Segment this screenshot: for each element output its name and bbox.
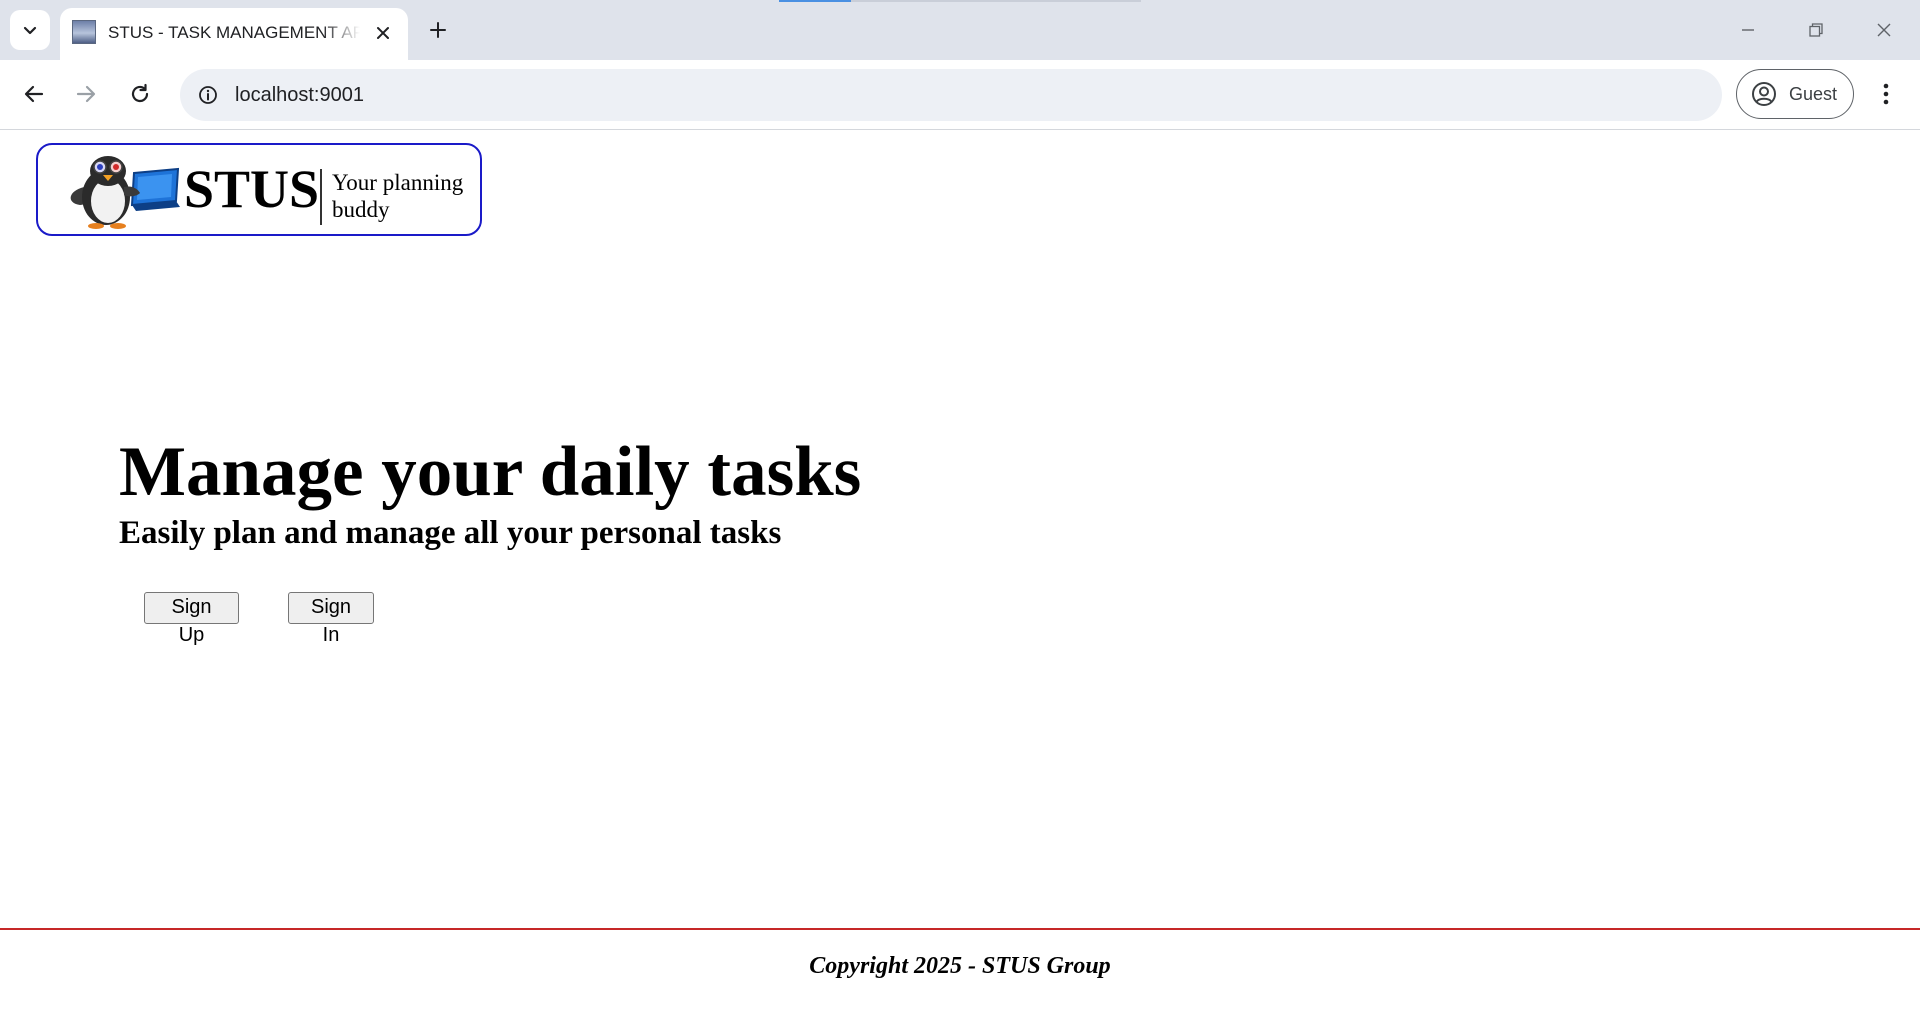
- restore-button[interactable]: [1794, 10, 1838, 50]
- browser-toolbar: localhost:9001 Guest: [0, 60, 1920, 130]
- logo-tagline: Your planning buddy: [332, 170, 464, 222]
- restore-icon: [1809, 23, 1823, 37]
- reload-button[interactable]: [120, 74, 160, 114]
- loading-indicator: [779, 0, 851, 2]
- loading-indicator-track: [851, 0, 1141, 2]
- minimize-button[interactable]: [1726, 10, 1770, 50]
- tab-search-button[interactable]: [10, 10, 50, 50]
- footer-divider: [0, 928, 1920, 930]
- forward-button[interactable]: [66, 74, 106, 114]
- site-info-button[interactable]: [192, 79, 224, 111]
- close-icon: [377, 27, 389, 39]
- logo-divider: [320, 169, 322, 225]
- url-text[interactable]: localhost:9001: [235, 83, 364, 107]
- plus-icon: [430, 22, 446, 38]
- person-circle-icon: [1752, 82, 1776, 106]
- arrow-right-icon: [76, 85, 96, 103]
- profile-button[interactable]: Guest: [1736, 69, 1854, 119]
- chevron-down-icon: [23, 26, 37, 35]
- kebab-menu-icon: [1883, 83, 1889, 105]
- minimize-icon: [1742, 29, 1754, 31]
- hero-subtitle: Easily plan and manage all your personal…: [119, 515, 782, 551]
- back-button[interactable]: [14, 74, 54, 114]
- close-icon: [1877, 23, 1891, 37]
- site-logo[interactable]: STUS Your planning buddy: [36, 143, 482, 236]
- sign-up-button[interactable]: Sign Up: [144, 592, 239, 646]
- site-favicon-icon: [72, 20, 96, 44]
- browser-menu-button[interactable]: [1866, 74, 1906, 114]
- tab-close-button[interactable]: [372, 22, 394, 44]
- hero-title: Manage your daily tasks: [119, 433, 862, 511]
- tab-strip: STUS - TASK MANAGEMENT APP: [0, 0, 1920, 60]
- address-bar[interactable]: localhost:9001: [180, 69, 1722, 121]
- new-tab-button[interactable]: [422, 14, 454, 46]
- logo-name: STUS: [184, 159, 320, 219]
- profile-label: Guest: [1789, 83, 1838, 104]
- tab-active[interactable]: STUS - TASK MANAGEMENT APP: [60, 8, 408, 60]
- info-icon: [199, 86, 217, 104]
- footer-copyright: Copyright 2025 - STUS Group: [809, 953, 1111, 979]
- arrow-left-icon: [24, 85, 44, 103]
- reload-icon: [131, 83, 149, 103]
- close-window-button[interactable]: [1862, 10, 1906, 50]
- penguin-laptop-mascot-icon: [70, 156, 180, 229]
- sign-in-button[interactable]: Sign In: [288, 592, 374, 646]
- tab-title: STUS - TASK MANAGEMENT APP: [108, 23, 360, 42]
